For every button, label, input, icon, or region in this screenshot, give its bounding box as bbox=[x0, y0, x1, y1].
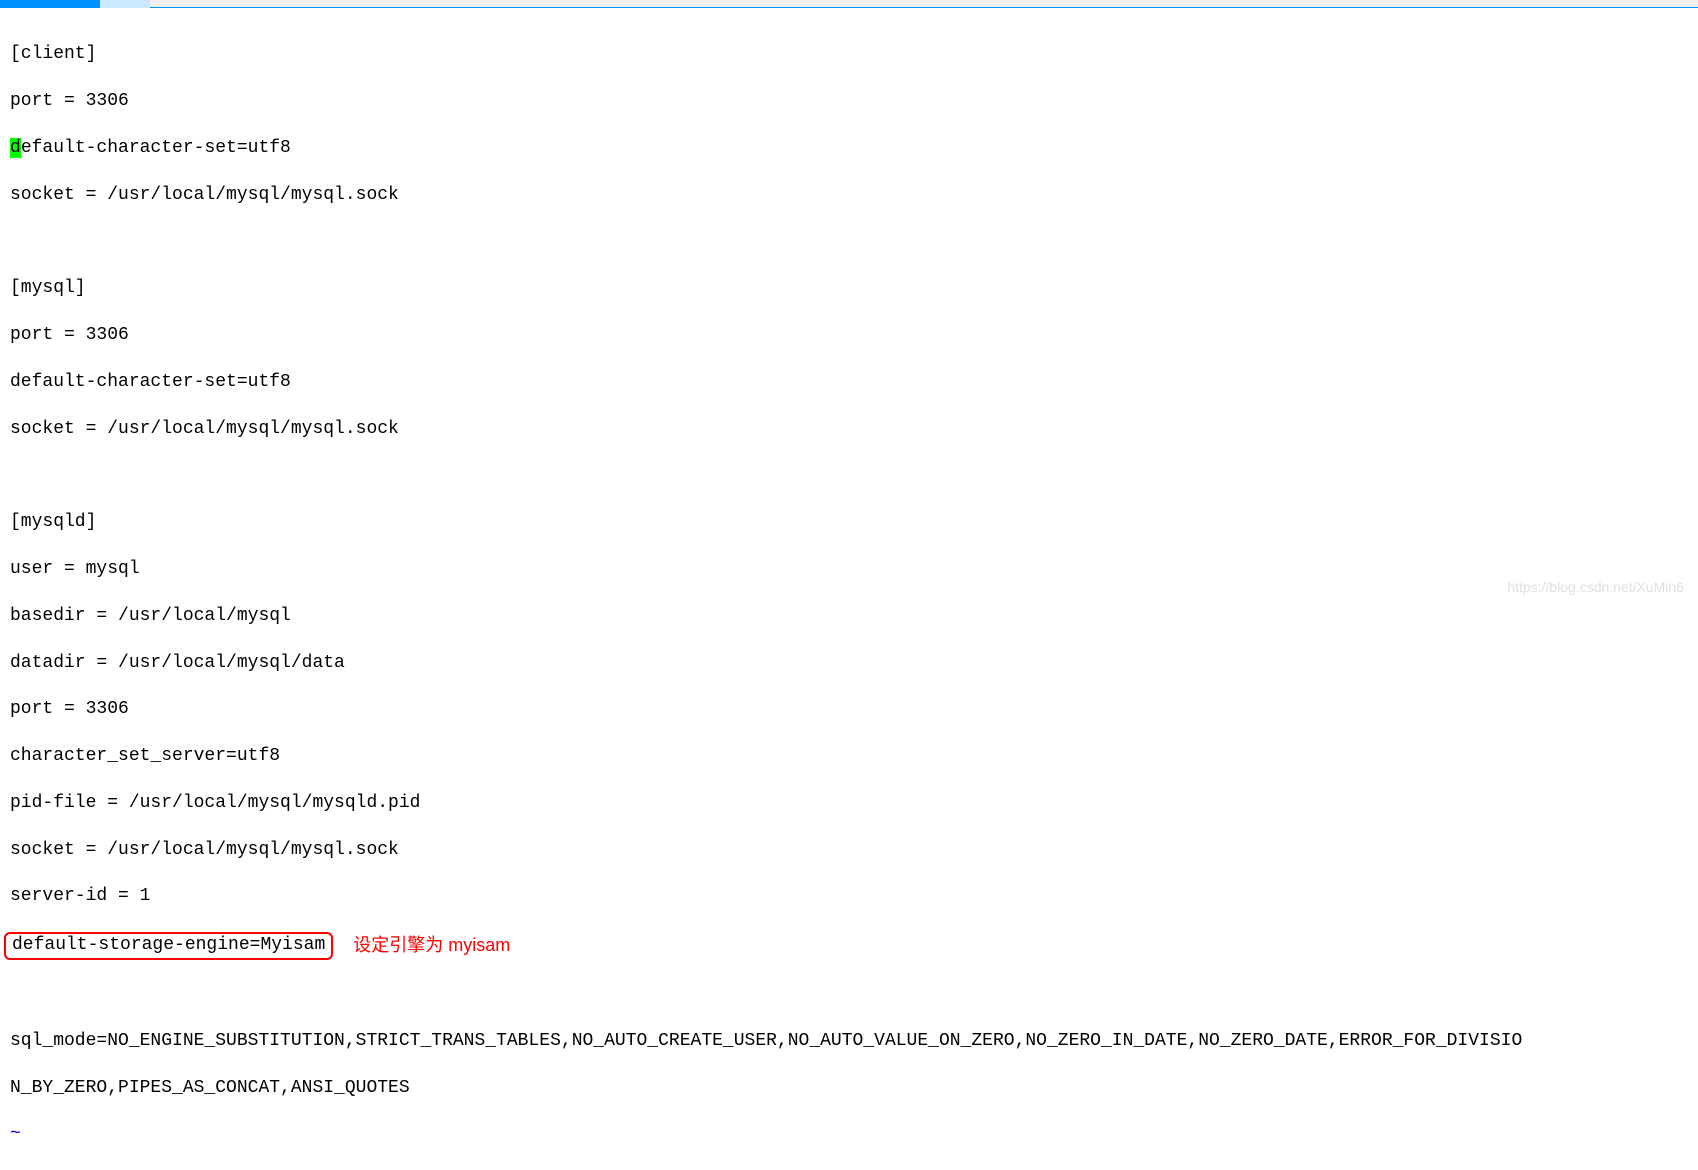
config-line: server-id = 1 bbox=[10, 885, 1688, 908]
config-line: character_set_server=utf8 bbox=[10, 745, 1688, 768]
config-line-storage-engine: default-storage-engine=Myisam bbox=[12, 935, 325, 955]
blank-line bbox=[10, 231, 1688, 254]
config-line: port = 3306 bbox=[10, 90, 1688, 113]
editor-content[interactable]: [client] port = 3306 default-character-s… bbox=[0, 8, 1698, 1170]
config-line: basedir = /usr/local/mysql bbox=[10, 605, 1688, 628]
title-bar-accent bbox=[0, 0, 100, 8]
config-line: [mysqld] bbox=[10, 511, 1688, 534]
config-line: socket = /usr/local/mysql/mysql.sock bbox=[10, 184, 1688, 207]
blank-line bbox=[10, 983, 1688, 1006]
config-line: [client] bbox=[10, 43, 1688, 66]
config-line: socket = /usr/local/mysql/mysql.sock bbox=[10, 418, 1688, 441]
config-line: [mysql] bbox=[10, 277, 1688, 300]
config-line: pid-file = /usr/local/mysql/mysqld.pid bbox=[10, 792, 1688, 815]
config-line: socket = /usr/local/mysql/mysql.sock bbox=[10, 839, 1688, 862]
config-line: default-character-set=utf8 bbox=[10, 371, 1688, 394]
title-bar-accent-light bbox=[100, 0, 150, 8]
red-highlight-box: default-storage-engine=Myisam bbox=[4, 932, 333, 959]
config-line: N_BY_ZERO,PIPES_AS_CONCAT,ANSI_QUOTES bbox=[10, 1077, 1688, 1100]
annotation-text: 设定引擎为 myisam bbox=[353, 934, 510, 957]
title-bar bbox=[0, 0, 1698, 8]
config-line: port = 3306 bbox=[10, 698, 1688, 721]
highlighted-row: default-storage-engine=Myisam 设定引擎为 myisa… bbox=[10, 932, 1688, 959]
config-line: port = 3306 bbox=[10, 324, 1688, 347]
config-line: sql_mode=NO_ENGINE_SUBSTITUTION,STRICT_T… bbox=[10, 1030, 1688, 1053]
config-line: user = mysql bbox=[10, 558, 1688, 581]
config-line: datadir = /usr/local/mysql/data bbox=[10, 652, 1688, 675]
vim-eof-marker: ~ bbox=[10, 1123, 1688, 1146]
blank-line bbox=[10, 464, 1688, 487]
cursor-position: d bbox=[10, 138, 21, 158]
config-text: efault-character-set=utf8 bbox=[21, 138, 291, 158]
config-line: default-character-set=utf8 bbox=[10, 137, 1688, 160]
